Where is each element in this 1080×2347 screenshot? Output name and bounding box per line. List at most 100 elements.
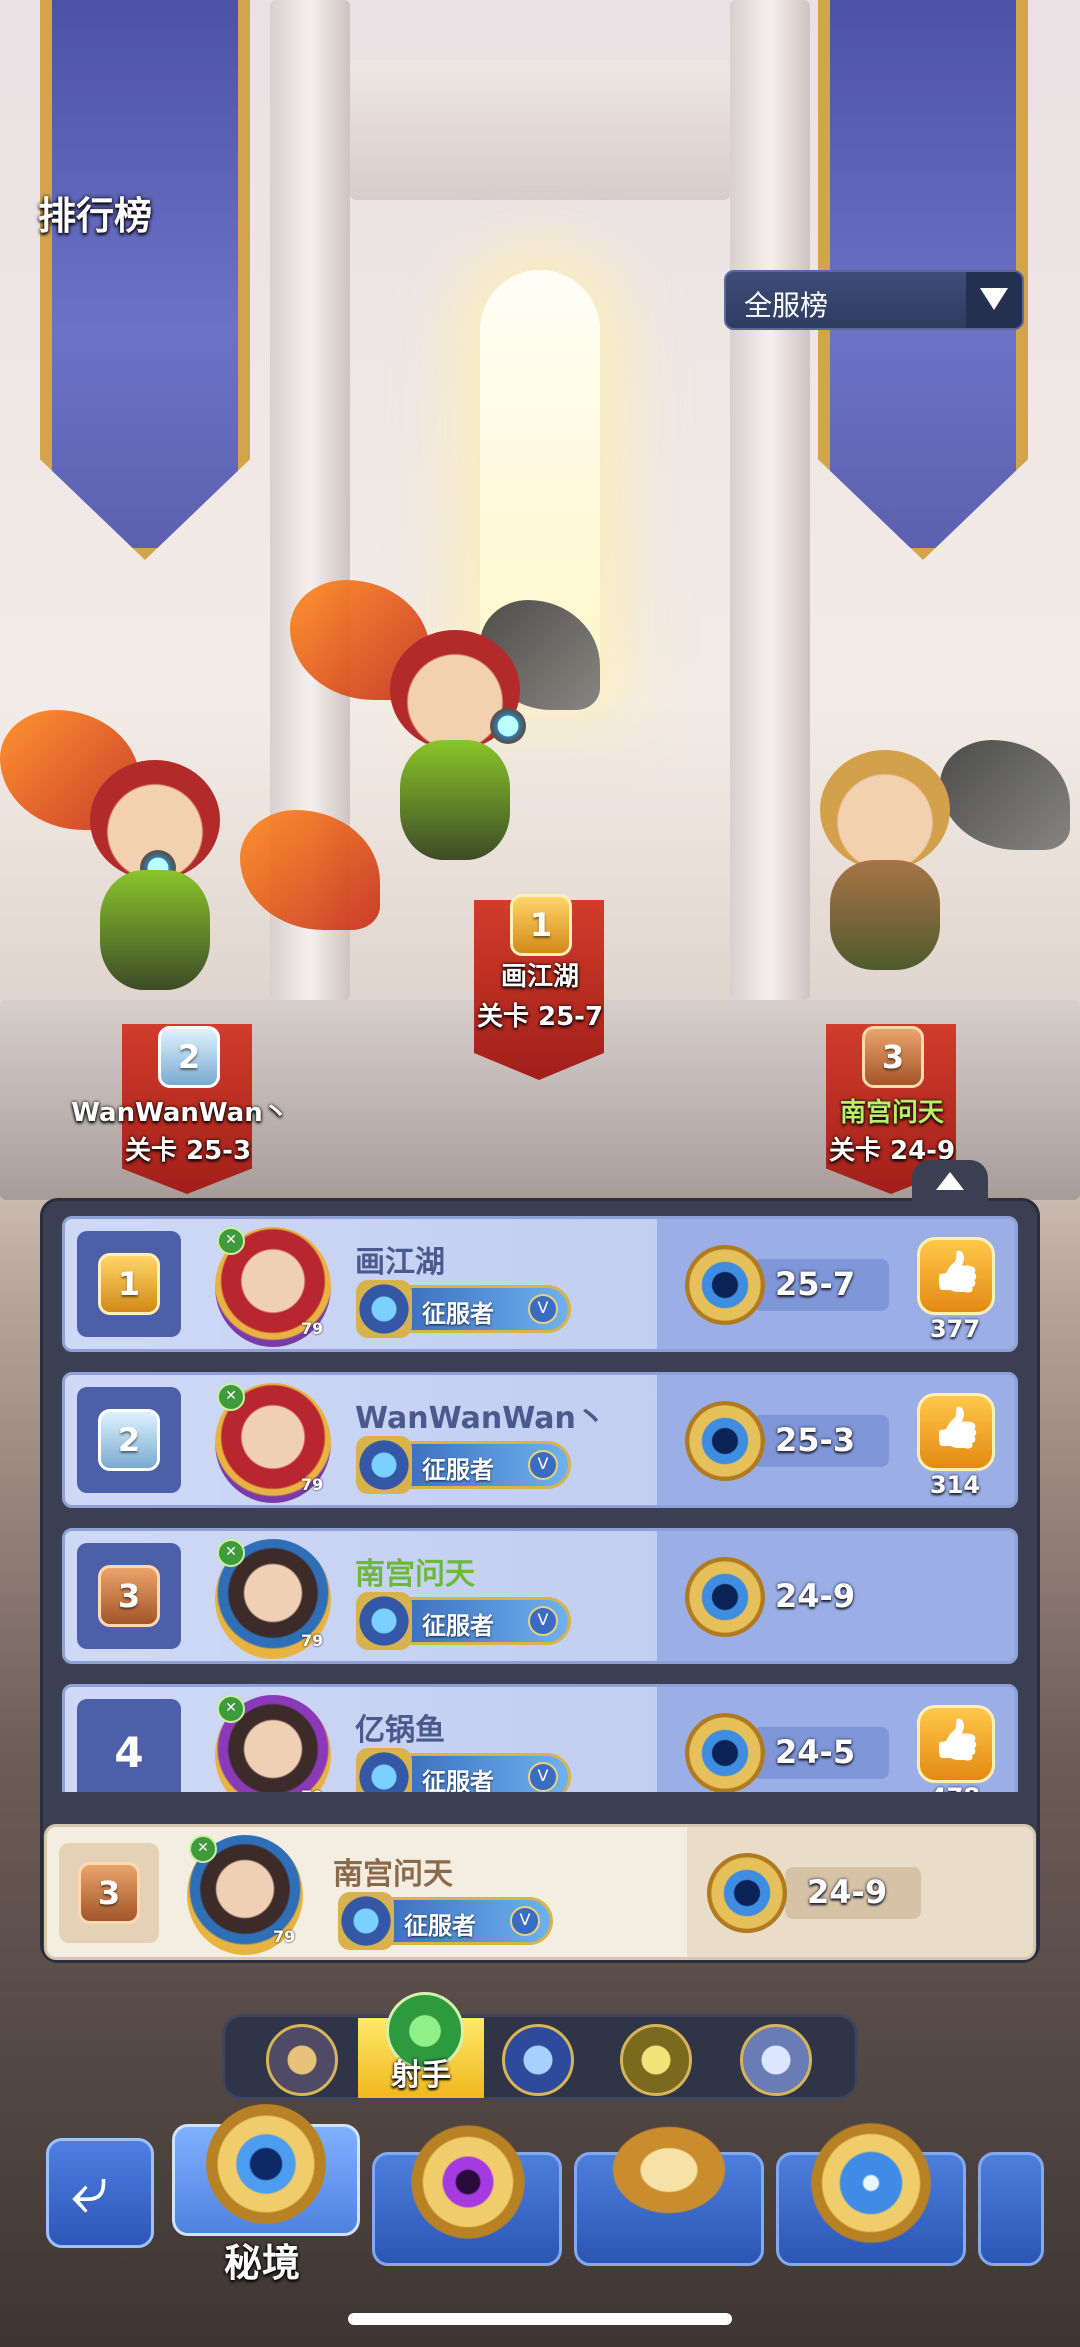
title-badge: 征服者 V (356, 1592, 571, 1650)
active-class-label[interactable]: 射手 (358, 2050, 484, 2094)
player-name: WanWanWan丶 (355, 1401, 606, 1436)
title-grade: V (528, 1762, 558, 1792)
title-label: 征服者 (422, 1300, 494, 1328)
player-name: 亿锅鱼 (355, 1713, 445, 1748)
blue-star-icon (808, 2120, 934, 2246)
stage-pill: 24-9 (753, 1571, 889, 1623)
title-grade: V (528, 1606, 558, 1636)
ranking-row[interactable]: 3 ✕ 79 南宫问天 征服者 V 24-9 (62, 1528, 1018, 1664)
stage-eye-icon (685, 1557, 765, 1637)
player-level: 79 (301, 1787, 323, 1792)
stage-pill: 25-3 (753, 1415, 889, 1467)
podium-stage-rank-2: 关卡 25-3 (124, 1136, 252, 1166)
stage-eye-icon (707, 1853, 787, 1933)
class-icon: ✕ (217, 1695, 245, 1723)
conqueror-emblem-icon (356, 1280, 412, 1338)
secret-realm-icon (206, 2104, 326, 2224)
cross-class-icon[interactable] (740, 2024, 812, 2096)
my-level: 79 (273, 1927, 296, 1946)
title-label: 征服者 (422, 1612, 494, 1640)
rank-number: 4 (114, 1727, 144, 1777)
stage-eye-icon (685, 1713, 765, 1792)
dagger-class-icon[interactable] (620, 2024, 692, 2096)
stage-eye-icon (685, 1401, 765, 1481)
my-name: 南宫问天 (333, 1857, 453, 1892)
like-count: 377 (929, 1315, 981, 1343)
stage-value: 24-5 (775, 1733, 856, 1771)
title-label: 征服者 (422, 1768, 494, 1792)
conqueror-emblem-icon (338, 1892, 394, 1950)
podium-name-rank-1: 画江湖 (500, 962, 579, 992)
podium-hero-rank-3[interactable] (760, 720, 1070, 1020)
like-count: 314 (929, 1471, 981, 1499)
collapse-panel-button[interactable] (912, 1160, 988, 1204)
rank-box: 1 (77, 1231, 181, 1337)
left-banner (40, 0, 250, 560)
conqueror-emblem-icon (356, 1592, 412, 1650)
rank-2-icon: 2 (98, 1409, 160, 1471)
title-badge: 征服者 V (356, 1436, 571, 1494)
my-stage-value: 24-9 (807, 1873, 888, 1911)
conqueror-emblem-icon (356, 1748, 412, 1792)
server-scope-label: 全服榜 (744, 289, 829, 322)
title-badge: 征服者 V (356, 1280, 571, 1338)
podium-hero-rank-2[interactable] (0, 680, 380, 1020)
stage-eye-icon (685, 1245, 765, 1325)
class-icon: ✕ (217, 1539, 245, 1567)
ranking-row[interactable]: 2 ✕ 79 WanWanWan丶 征服者 V 25-3 314 (62, 1372, 1018, 1508)
rank-1-icon: 1 (98, 1253, 160, 1315)
rank-3-icon: 3 (98, 1565, 160, 1627)
ranking-row[interactable]: 4 ✕ 79 亿锅鱼 征服者 V 24-5 478 (62, 1684, 1018, 1792)
axe-class-icon[interactable] (266, 2024, 338, 2096)
class-icon: ✕ (189, 1835, 217, 1863)
ranking-row[interactable]: 1 ✕ 79 画江湖 征服者 V 25-7 377 (62, 1216, 1018, 1352)
my-rank-icon: 3 (78, 1862, 140, 1924)
nav-selected-label: 秘境 (223, 2241, 300, 2285)
class-icon: ✕ (217, 1227, 245, 1255)
crown-icon (604, 2120, 734, 2220)
title-label: 征服者 (422, 1456, 494, 1484)
server-scope-dropdown[interactable]: 全服榜 (724, 270, 1024, 330)
ranking-list[interactable]: 1 ✕ 79 画江湖 征服者 V 25-7 377 2 ✕ 79 WanWanW… (62, 1216, 1018, 1792)
rank-box: 3 (59, 1843, 159, 1943)
staff-class-icon[interactable] (502, 2024, 574, 2096)
player-name: 画江湖 (355, 1245, 445, 1280)
podium-name-rank-2: WanWanWan丶 (71, 1098, 289, 1128)
title-badge: 征服者 V (356, 1748, 571, 1792)
like-button[interactable] (917, 1237, 995, 1315)
player-name: 南宫问天 (355, 1557, 475, 1592)
nav-more-button[interactable] (978, 2152, 1044, 2266)
class-icon: ✕ (217, 1383, 245, 1411)
conqueror-emblem-icon (356, 1436, 412, 1494)
like-button[interactable] (917, 1393, 995, 1471)
stage-pill: 24-5 (753, 1727, 889, 1779)
stage-value: 25-7 (775, 1265, 856, 1303)
like-button[interactable] (917, 1705, 995, 1783)
title-grade: V (528, 1450, 558, 1480)
rank-box: 2 (77, 1387, 181, 1493)
podium-name-rank-3: 南宫问天 (839, 1098, 944, 1128)
title-grade: V (510, 1906, 540, 1936)
player-level: 79 (301, 1475, 324, 1494)
player-level: 79 (301, 1631, 324, 1650)
title-label: 征服者 (404, 1912, 476, 1940)
my-rank-row[interactable]: 3 ✕ 79 南宫问天 征服者 V 24-9 (44, 1824, 1036, 1960)
chevron-down-icon[interactable] (966, 272, 1022, 328)
back-button[interactable] (46, 2138, 154, 2248)
purple-gem-icon (410, 2124, 526, 2240)
home-indicator[interactable] (348, 2313, 732, 2325)
rank-3-badge: 3 (862, 1026, 924, 1088)
title-grade: V (528, 1294, 558, 1324)
page-title: 排行榜 (38, 194, 153, 238)
rank-box: 3 (77, 1543, 181, 1649)
rank-box: 4 (77, 1699, 181, 1792)
rank-2-badge: 2 (158, 1026, 220, 1088)
rank-1-badge: 1 (510, 894, 572, 956)
stage-pill: 25-7 (753, 1259, 889, 1311)
stage-value: 24-9 (775, 1577, 856, 1615)
player-level: 79 (301, 1319, 324, 1338)
like-count: 478 (907, 1783, 1003, 1792)
stage-pill: 24-9 (785, 1867, 921, 1919)
stage-value: 25-3 (775, 1421, 856, 1459)
my-title-badge: 征服者 V (338, 1892, 553, 1950)
